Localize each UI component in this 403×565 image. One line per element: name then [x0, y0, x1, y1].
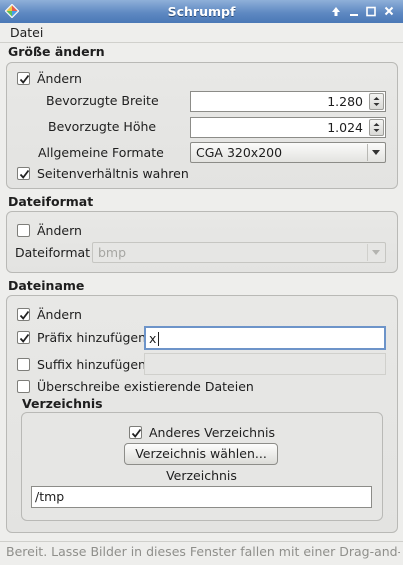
other-dir-checkbox[interactable]	[129, 426, 142, 439]
spin-arrows-icon[interactable]	[369, 93, 384, 110]
preferred-height-value[interactable]: 1.024	[327, 120, 363, 135]
overwrite-checkbox[interactable]	[17, 380, 30, 393]
pin-icon[interactable]	[328, 4, 344, 19]
filename-enable-checkbox[interactable]	[17, 308, 30, 321]
filename-section-title: Dateiname	[8, 278, 85, 293]
prefix-checkbox[interactable]	[17, 331, 30, 344]
directory-path-input[interactable]: /tmp	[31, 486, 372, 508]
suffix-checkbox[interactable]	[17, 358, 30, 371]
fileformat-section-title: Dateiformat	[8, 194, 94, 209]
preferred-width-label: Bevorzugte Breite	[46, 93, 159, 108]
chevron-down-icon[interactable]	[367, 244, 384, 261]
overwrite-label: Überschreibe existierende Dateien	[37, 379, 254, 394]
common-formats-combobox[interactable]: CGA 320x200	[190, 142, 386, 163]
prefix-input[interactable]: x	[144, 326, 386, 350]
common-formats-value: CGA 320x200	[196, 145, 283, 160]
resize-enable-label: Ändern	[37, 71, 82, 86]
prefix-input-value[interactable]: x	[149, 331, 156, 346]
choose-directory-button[interactable]: Verzeichnis wählen...	[124, 443, 278, 465]
directory-path-value[interactable]: /tmp	[35, 489, 64, 504]
chevron-down-icon[interactable]	[367, 144, 384, 161]
preferred-width-spinbox[interactable]: 1.280	[190, 91, 386, 112]
suffix-label: Suffix hinzufügen	[37, 357, 146, 372]
status-text: Bereit. Lasse Bilder in dieses Fenster f…	[6, 544, 400, 559]
resize-section-title: Größe ändern	[8, 44, 105, 59]
resize-enable-checkbox[interactable]	[17, 72, 30, 85]
text-cursor	[158, 332, 159, 346]
close-icon[interactable]	[381, 4, 397, 19]
directory-path-label: Verzeichnis	[166, 468, 237, 483]
prefix-label: Präfix hinzufügen	[37, 330, 147, 345]
fileformat-enable-checkbox[interactable]	[17, 224, 30, 237]
filename-enable-label: Ändern	[37, 307, 82, 322]
other-dir-label: Anderes Verzeichnis	[149, 425, 275, 440]
suffix-input[interactable]	[144, 353, 386, 375]
preferred-width-value[interactable]: 1.280	[327, 94, 363, 109]
menu-datei[interactable]: Datei	[10, 25, 43, 40]
maximize-icon[interactable]	[363, 4, 379, 19]
keep-aspect-label: Seitenverhältnis wahren	[37, 166, 189, 181]
preferred-height-spinbox[interactable]: 1.024	[190, 117, 386, 138]
fileformat-label: Dateiformat	[15, 245, 91, 260]
minimize-icon[interactable]	[346, 4, 362, 19]
keep-aspect-checkbox[interactable]	[17, 167, 30, 180]
directory-section-title: Verzeichnis	[22, 396, 103, 411]
fileformat-combobox[interactable]: bmp	[92, 242, 386, 263]
fileformat-enable-label: Ändern	[37, 223, 82, 238]
spin-arrows-icon[interactable]	[369, 119, 384, 136]
fileformat-value: bmp	[98, 245, 127, 260]
menubar	[0, 23, 403, 43]
preferred-height-label: Bevorzugte Höhe	[48, 119, 157, 134]
common-formats-label: Allgemeine Formate	[38, 145, 164, 160]
